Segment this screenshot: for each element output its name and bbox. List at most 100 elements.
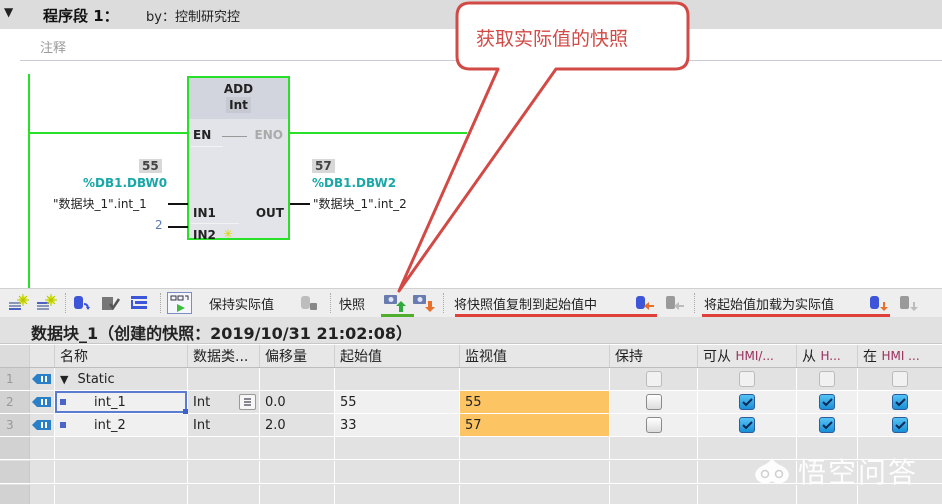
variable-bullet-icon xyxy=(60,422,66,428)
header-hmi-access[interactable]: 可从 HMI/... xyxy=(698,345,797,367)
start-value-cell[interactable]: 33 xyxy=(335,414,460,436)
empty-cell[interactable] xyxy=(55,485,188,504)
pin-separator xyxy=(191,223,239,224)
keep-actual-icon-button[interactable] xyxy=(299,293,321,313)
keep-actual-values-button[interactable]: 保持实际值 xyxy=(209,293,274,313)
name-cell[interactable]: int_2 xyxy=(55,414,188,436)
insert-row-button[interactable] xyxy=(8,293,30,313)
toolbar-separator xyxy=(443,293,444,313)
out-operand[interactable]: "数据块_1".int_2 xyxy=(313,195,407,212)
empty-cell[interactable] xyxy=(188,437,260,459)
header-hmi-visible-hmi: HMI ... xyxy=(881,349,920,363)
in1-wire xyxy=(168,203,188,205)
data-type-cell[interactable] xyxy=(188,368,260,390)
pin-en: EN xyxy=(193,128,212,142)
table-row[interactable]: 1 ▼ Static xyxy=(0,368,942,391)
empty-cell[interactable] xyxy=(335,461,460,483)
network-title[interactable]: 程序段 1： xyxy=(43,5,119,26)
start-value-cell[interactable] xyxy=(335,368,460,390)
name-cell-selected[interactable]: int_1 xyxy=(55,391,188,414)
header-name[interactable]: 名称 xyxy=(55,345,188,367)
empty-cell[interactable] xyxy=(610,437,698,459)
empty-cell[interactable] xyxy=(260,461,335,483)
data-type-cell[interactable]: Int xyxy=(188,391,260,413)
out-monitor-value: 57 xyxy=(312,159,335,173)
add-row-button[interactable] xyxy=(36,293,58,313)
collapse-caret-icon[interactable]: ▼ xyxy=(4,5,13,19)
snapshot-to-actual-button[interactable] xyxy=(412,293,436,313)
db-extend-button[interactable] xyxy=(72,293,94,313)
empty-cell[interactable] xyxy=(188,461,260,483)
empty-cell[interactable] xyxy=(260,437,335,459)
offset-cell xyxy=(260,368,335,390)
load-start-as-actual-button[interactable]: 将起始值加载为实际值 xyxy=(704,293,834,313)
hmi-write-checkbox[interactable] xyxy=(819,417,835,433)
hmi-write-checkbox[interactable] xyxy=(819,394,835,410)
header-hmi-write-hmi: H... xyxy=(820,349,841,363)
empty-cell[interactable] xyxy=(460,437,610,459)
empty-cell[interactable] xyxy=(610,485,698,504)
snapshot-label: 快照 xyxy=(339,297,366,313)
empty-cell[interactable] xyxy=(335,485,460,504)
db-load-disabled-icon xyxy=(900,296,918,311)
retain-checkbox[interactable] xyxy=(645,417,662,433)
empty-cell[interactable] xyxy=(55,437,188,459)
empty-cell[interactable] xyxy=(55,461,188,483)
header-monitor-value[interactable]: 监视值 xyxy=(460,345,610,367)
header-start-value[interactable]: 起始值 xyxy=(335,345,460,367)
copy-snapshot-icon-button[interactable] xyxy=(634,293,656,313)
row-interface-cell xyxy=(30,391,55,413)
in1-operand[interactable]: "数据块_1".int_1 xyxy=(53,195,147,212)
db-check-button[interactable] xyxy=(100,293,122,313)
block-type[interactable]: Int xyxy=(226,97,251,113)
hmi-visible-checkbox[interactable] xyxy=(892,417,908,433)
add-function-block[interactable]: ADD Int EN ENO IN1 IN2 ✳ OUT xyxy=(187,76,290,242)
retain-checkbox[interactable] xyxy=(645,394,662,410)
retain-checkbox[interactable] xyxy=(645,371,662,387)
name-cell[interactable]: ▼ Static xyxy=(55,368,188,390)
empty-cell[interactable] xyxy=(460,461,610,483)
table-row[interactable]: 3 int_2 Int 2.0 33 57 xyxy=(0,414,942,437)
add-input-star-icon[interactable]: ✳ xyxy=(223,227,233,241)
monitor-toggle-icon xyxy=(167,292,192,314)
in2-constant[interactable]: 2 xyxy=(155,218,163,232)
header-data-type[interactable]: 数据类... xyxy=(188,345,260,367)
hmi-access-checkbox[interactable] xyxy=(739,371,755,387)
toolbar-separator xyxy=(330,293,331,313)
monitor-toggle-button[interactable] xyxy=(167,292,192,314)
start-value-cell[interactable]: 55 xyxy=(335,391,460,413)
data-type-cell[interactable]: Int xyxy=(188,414,260,436)
monitor-value-cell: 57 xyxy=(460,414,610,436)
expand-caret-icon[interactable]: ▼ xyxy=(60,373,68,386)
type-list-button[interactable] xyxy=(239,394,256,410)
columns-button[interactable] xyxy=(128,293,150,313)
camera-snapshot-up-icon xyxy=(384,295,406,312)
copy-snapshot-disabled-button[interactable] xyxy=(664,293,686,313)
header-hmi-write[interactable]: 从 H... xyxy=(797,345,858,367)
header-hmi-visible-prefix: 在 xyxy=(863,349,877,365)
empty-cell[interactable] xyxy=(260,485,335,504)
header-hmi-visible[interactable]: 在 HMI ... xyxy=(858,345,942,367)
empty-cell[interactable] xyxy=(188,485,260,504)
checkmark-icon xyxy=(821,397,833,406)
header-retain[interactable]: 保持 xyxy=(610,345,698,367)
hmi-visible-checkbox[interactable] xyxy=(892,371,908,387)
take-snapshot-button[interactable] xyxy=(383,293,407,313)
copy-snapshot-to-start-button[interactable]: 将快照值复制到起始值中 xyxy=(454,293,597,313)
hmi-access-checkbox[interactable] xyxy=(739,394,755,410)
empty-cell[interactable] xyxy=(460,485,610,504)
hmi-access-checkbox[interactable] xyxy=(739,417,755,433)
load-start-disabled-button[interactable] xyxy=(898,293,920,313)
header-row-number xyxy=(0,345,30,367)
hmi-write-checkbox[interactable] xyxy=(819,371,835,387)
table-row[interactable]: 2 int_1 Int 0.0 55 55 xyxy=(0,391,942,414)
hmi-visible-cell xyxy=(858,391,942,413)
power-rail xyxy=(28,74,30,288)
header-offset[interactable]: 偏移量 xyxy=(260,345,335,367)
load-start-icon-button[interactable] xyxy=(868,293,890,313)
header-hmi-write-prefix: 从 xyxy=(802,349,816,365)
comment-placeholder[interactable]: 注释 xyxy=(40,37,66,56)
empty-cell[interactable] xyxy=(335,437,460,459)
empty-cell[interactable] xyxy=(610,461,698,483)
hmi-visible-checkbox[interactable] xyxy=(892,394,908,410)
